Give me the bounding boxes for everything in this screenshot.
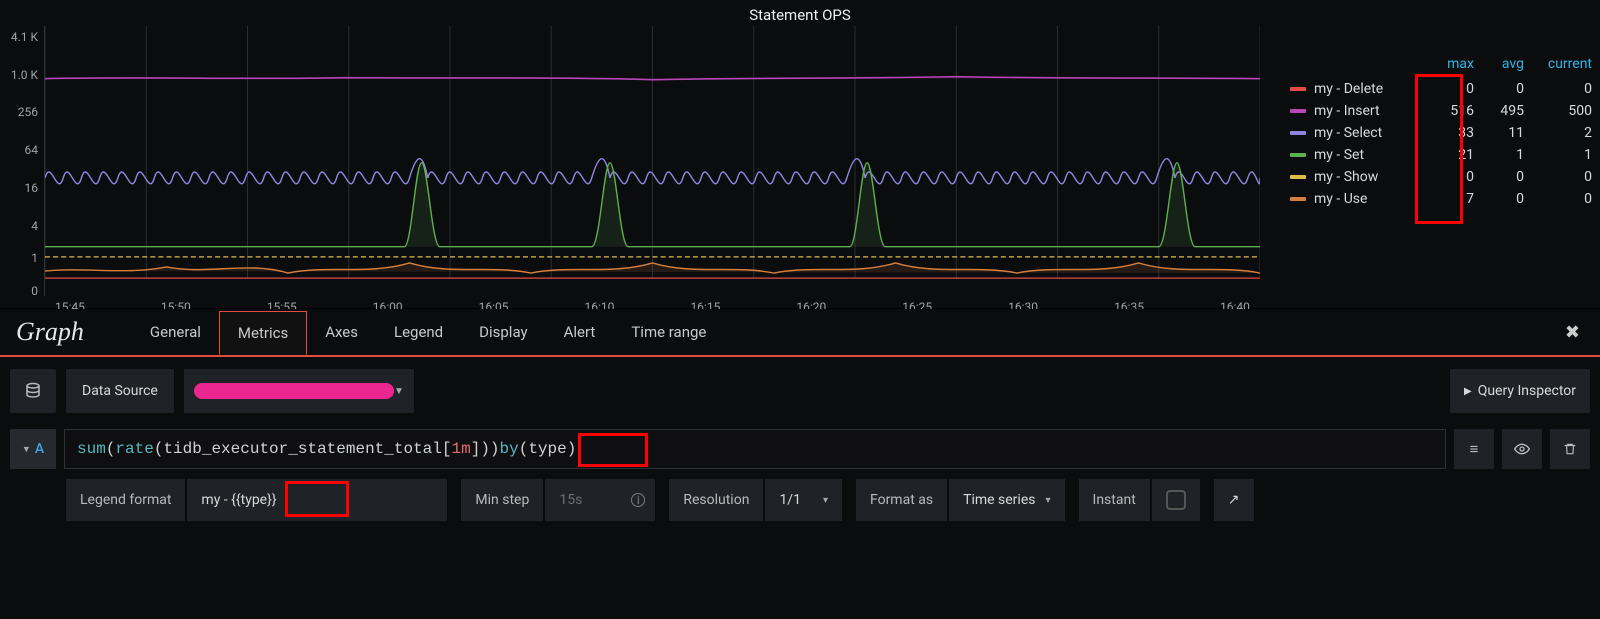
resolution-select[interactable]: 1/1 bbox=[765, 479, 842, 521]
legend-col-max[interactable]: max bbox=[1426, 56, 1474, 72]
legend-max: 21 bbox=[1424, 147, 1474, 163]
legend-row[interactable]: my - Insert516495500 bbox=[1290, 100, 1592, 122]
y-axis: 4.1 K 1.0 K 256 64 16 4 1 0 bbox=[0, 26, 44, 296]
format-as-select[interactable]: Time series bbox=[949, 479, 1064, 521]
redacted-datasource bbox=[194, 383, 394, 399]
datasource-row: Data Source ▼ ▶ Query Inspector bbox=[0, 357, 1600, 425]
legend-table: max avg current my - Delete000my - Inser… bbox=[1260, 26, 1600, 296]
query-row: ▼ A sum(rate(tidb_executor_statement_tot… bbox=[0, 425, 1600, 473]
legend-max: 7 bbox=[1424, 191, 1474, 207]
editor-title: Graph bbox=[16, 317, 84, 347]
min-step-label: Min step bbox=[461, 479, 543, 521]
legend-current: 500 bbox=[1524, 103, 1592, 119]
legend-label: my - Use bbox=[1314, 191, 1424, 207]
legend-label: my - Delete bbox=[1314, 81, 1424, 97]
legend-col-current[interactable]: current bbox=[1524, 56, 1592, 72]
legend-label: my - Set bbox=[1314, 147, 1424, 163]
legend-current: 0 bbox=[1524, 169, 1592, 185]
highlight-box-query bbox=[578, 433, 648, 467]
legend-row[interactable]: my - Show000 bbox=[1290, 166, 1592, 188]
query-inspector-button[interactable]: ▶ Query Inspector bbox=[1450, 369, 1590, 413]
query-toggle-visibility-button[interactable] bbox=[1502, 429, 1542, 469]
legend-swatch bbox=[1290, 131, 1306, 135]
legend-row[interactable]: my - Use700 bbox=[1290, 188, 1592, 210]
legend-label: my - Select bbox=[1314, 125, 1424, 141]
legend-label: my - Show bbox=[1314, 169, 1424, 185]
legend-format-label: Legend format bbox=[66, 479, 185, 521]
legend-swatch bbox=[1290, 153, 1306, 157]
legend-avg: 0 bbox=[1474, 191, 1524, 207]
tab-general[interactable]: General bbox=[132, 311, 219, 353]
legend-current: 1 bbox=[1524, 147, 1592, 163]
legend-row[interactable]: my - Delete000 bbox=[1290, 78, 1592, 100]
format-as-label: Format as bbox=[856, 479, 947, 521]
legend-row[interactable]: my - Select33112 bbox=[1290, 122, 1592, 144]
close-icon[interactable]: ✖ bbox=[1565, 322, 1580, 343]
legend-max: 0 bbox=[1424, 169, 1474, 185]
min-step-input[interactable]: 15s i bbox=[545, 479, 655, 521]
legend-swatch bbox=[1290, 109, 1306, 113]
query-menu-button[interactable]: ≡ bbox=[1454, 429, 1494, 469]
query-options-row: Legend format my - {{type}} Min step 15s… bbox=[0, 473, 1600, 527]
legend-avg: 0 bbox=[1474, 81, 1524, 97]
caret-right-icon: ▶ bbox=[1464, 386, 1472, 397]
legend-max: 516 bbox=[1424, 103, 1474, 119]
instant-label: Instant bbox=[1079, 479, 1150, 521]
legend-header: max avg current bbox=[1290, 56, 1592, 72]
tab-axes[interactable]: Axes bbox=[307, 311, 376, 353]
datasource-label: Data Source bbox=[66, 369, 174, 413]
resolution-label: Resolution bbox=[669, 479, 763, 521]
legend-avg: 1 bbox=[1474, 147, 1524, 163]
panel-editor: Graph General Metrics Axes Legend Displa… bbox=[0, 308, 1600, 527]
legend-label: my - Insert bbox=[1314, 103, 1424, 119]
query-input[interactable]: sum(rate(tidb_executor_statement_total[1… bbox=[64, 429, 1446, 469]
chart-panel: Statement OPS 4.1 K 1.0 K 256 64 16 4 1 … bbox=[0, 0, 1600, 308]
editor-tabs: Graph General Metrics Axes Legend Displa… bbox=[0, 309, 1600, 357]
legend-current: 2 bbox=[1524, 125, 1592, 141]
legend-format-input[interactable]: my - {{type}} bbox=[187, 479, 447, 521]
datasource-select[interactable]: ▼ bbox=[184, 369, 414, 413]
caret-down-icon: ▼ bbox=[394, 386, 404, 397]
chart-title: Statement OPS bbox=[0, 0, 1600, 26]
tab-legend[interactable]: Legend bbox=[376, 311, 461, 353]
legend-avg: 0 bbox=[1474, 169, 1524, 185]
info-icon[interactable]: i bbox=[631, 493, 645, 507]
query-letter: A bbox=[35, 441, 44, 457]
legend-swatch bbox=[1290, 175, 1306, 179]
instant-checkbox[interactable] bbox=[1152, 479, 1200, 521]
datasource-icon[interactable] bbox=[10, 369, 56, 413]
legend-swatch bbox=[1290, 87, 1306, 91]
plot-area[interactable]: 15:45 15:50 15:55 16:00 16:05 16:10 16:1… bbox=[44, 26, 1260, 296]
query-toggle[interactable]: ▼ A bbox=[10, 429, 56, 469]
share-icon bbox=[1228, 492, 1240, 508]
tab-alert[interactable]: Alert bbox=[546, 311, 614, 353]
legend-swatch bbox=[1290, 197, 1306, 201]
highlight-box-legendformat bbox=[285, 481, 349, 517]
caret-down-icon: ▼ bbox=[22, 444, 31, 455]
legend-col-avg[interactable]: avg bbox=[1474, 56, 1524, 72]
legend-max: 33 bbox=[1424, 125, 1474, 141]
legend-row[interactable]: my - Set2111 bbox=[1290, 144, 1592, 166]
legend-avg: 495 bbox=[1474, 103, 1524, 119]
query-delete-button[interactable] bbox=[1550, 429, 1590, 469]
tab-metrics[interactable]: Metrics bbox=[219, 311, 307, 355]
legend-max: 0 bbox=[1424, 81, 1474, 97]
legend-current: 0 bbox=[1524, 81, 1592, 97]
legend-avg: 11 bbox=[1474, 125, 1524, 141]
tab-display[interactable]: Display bbox=[461, 311, 545, 353]
share-button[interactable] bbox=[1214, 479, 1254, 521]
legend-current: 0 bbox=[1524, 191, 1592, 207]
chart-plot[interactable]: 4.1 K 1.0 K 256 64 16 4 1 0 bbox=[0, 26, 1260, 296]
tab-timerange[interactable]: Time range bbox=[613, 311, 724, 353]
